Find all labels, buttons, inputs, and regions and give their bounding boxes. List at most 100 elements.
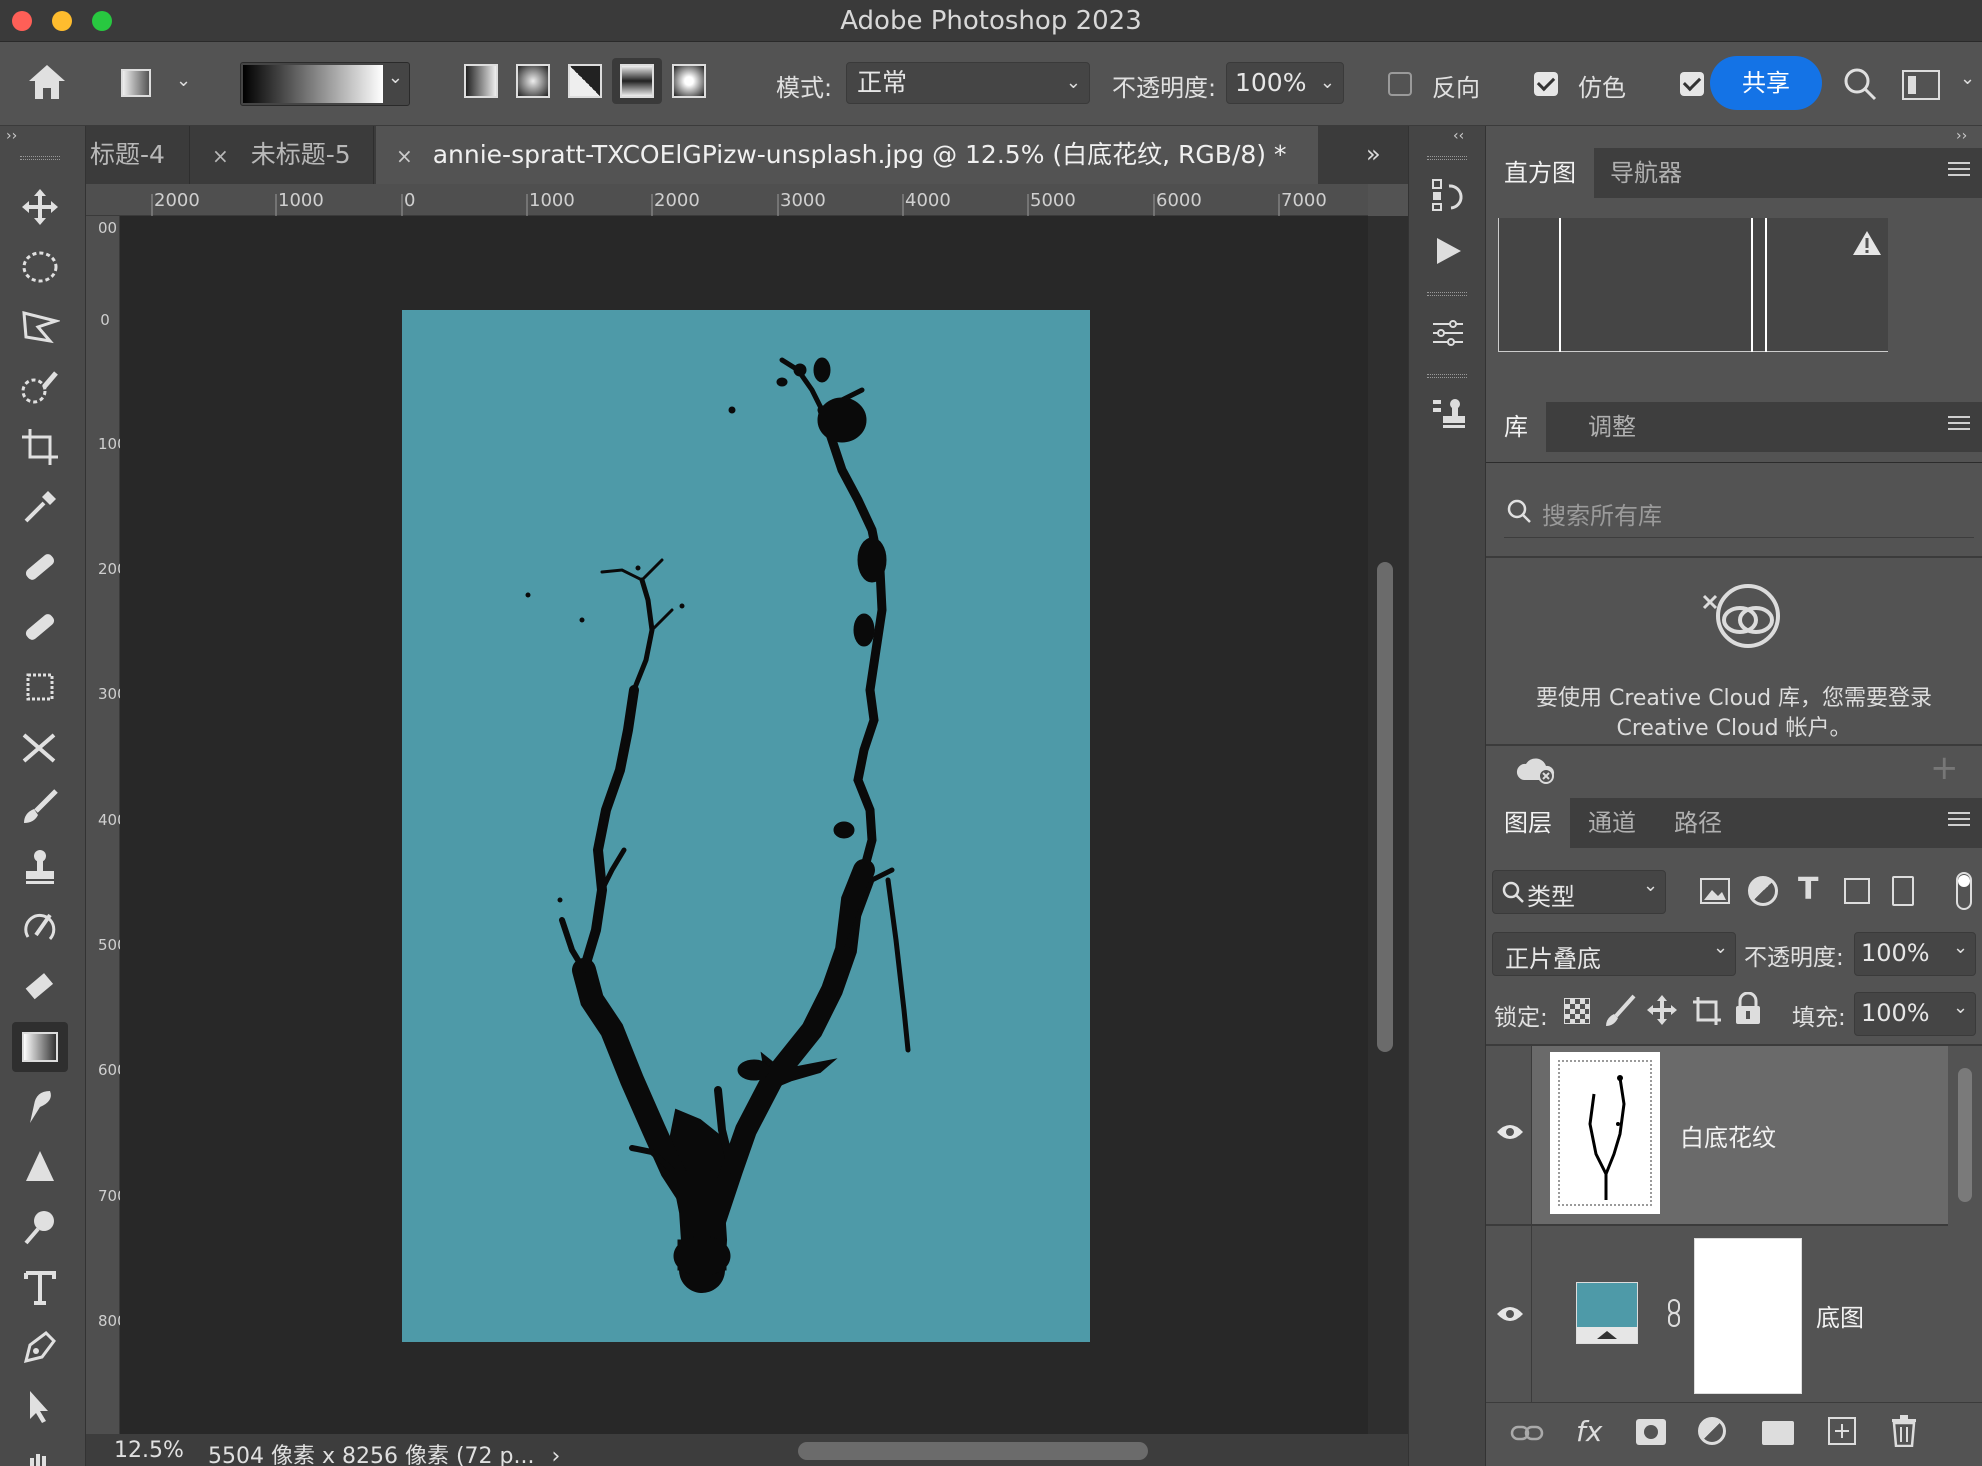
tab-adjustments[interactable]: 调整 xyxy=(1570,402,1654,452)
clone-source-icon[interactable] xyxy=(1425,390,1471,436)
eraser-tool-icon[interactable] xyxy=(12,962,68,1012)
horizontal-scroll-thumb[interactable] xyxy=(798,1442,1148,1460)
cloud-sync-off-icon[interactable] xyxy=(1516,754,1556,784)
bandage-tool-icon[interactable] xyxy=(12,602,68,652)
tab-document-5[interactable]: × 未标题-5 xyxy=(192,126,374,184)
dock-grip[interactable] xyxy=(1427,292,1467,296)
panel-menu-icon[interactable] xyxy=(1948,812,1970,832)
crop-tool-icon[interactable] xyxy=(12,422,68,472)
home-icon[interactable] xyxy=(26,62,68,102)
tab-channels[interactable]: 通道 xyxy=(1570,798,1654,848)
dock-grip[interactable] xyxy=(1427,156,1467,160)
filter-adjustment-layers-icon[interactable] xyxy=(1748,876,1778,906)
warning-icon[interactable] xyxy=(1852,230,1882,256)
lock-position-icon[interactable] xyxy=(1646,994,1678,1026)
fill-layer-color-thumbnail[interactable] xyxy=(1576,1282,1638,1344)
collapse-dock-icon[interactable]: ‹‹ xyxy=(1453,128,1464,144)
layer-row-background[interactable]: 底图 xyxy=(1486,1226,1948,1402)
layer-row-pattern[interactable]: 白底花纹 xyxy=(1486,1046,1948,1224)
hand-tool-icon[interactable] xyxy=(12,1438,68,1466)
sharpen-tool-icon[interactable] xyxy=(12,1142,68,1192)
lock-image-pixels-icon[interactable] xyxy=(1604,994,1638,1028)
tab-libraries[interactable]: 库 xyxy=(1486,402,1546,452)
move-tool-icon[interactable] xyxy=(12,182,68,232)
toolbar-grip[interactable] xyxy=(20,156,60,160)
healing-brush-tool-icon[interactable] xyxy=(12,542,68,592)
more-tabs-icon[interactable]: » xyxy=(1366,140,1381,168)
fill-input[interactable]: 100% ⌄ xyxy=(1854,992,1976,1036)
document-canvas[interactable] xyxy=(402,310,1090,1342)
clone-stamp-tool-icon[interactable] xyxy=(12,842,68,892)
gradient-tool-preset-icon[interactable] xyxy=(121,69,151,97)
layer-mask-thumbnail[interactable] xyxy=(1694,1238,1802,1394)
library-search-field[interactable]: 搜索所有库 xyxy=(1504,486,1974,538)
layers-scrollbar[interactable] xyxy=(1952,1056,1978,1402)
collapse-panels-icon[interactable]: ›› xyxy=(1956,128,1967,144)
new-adjustment-layer-icon[interactable] xyxy=(1698,1417,1726,1445)
linear-gradient-icon[interactable] xyxy=(464,64,498,98)
tab-layers[interactable]: 图层 xyxy=(1486,798,1570,848)
tab-active-document[interactable]: × annie-spratt-TXCOElGPizw-unsplash.jpg … xyxy=(376,126,1318,184)
layer-name[interactable]: 白底花纹 xyxy=(1680,1118,1776,1153)
marquee-tool-icon[interactable] xyxy=(12,242,68,292)
tab-navigator[interactable]: 导航器 xyxy=(1592,148,1700,198)
fx-icon[interactable]: fx xyxy=(1576,1415,1602,1448)
link-icon[interactable] xyxy=(1666,1298,1682,1328)
collapse-toolbar-icon[interactable]: ›› xyxy=(6,128,17,144)
eyedropper-tool-icon[interactable] xyxy=(12,482,68,532)
filter-pixel-layers-icon[interactable] xyxy=(1700,878,1730,904)
panel-menu-icon[interactable] xyxy=(1948,162,1970,182)
panel-menu-icon[interactable] xyxy=(1948,416,1970,436)
smudge-tool-icon[interactable] xyxy=(12,1082,68,1132)
history-icon[interactable] xyxy=(1425,172,1471,218)
lock-artboard-icon[interactable] xyxy=(1692,996,1722,1026)
close-icon[interactable]: × xyxy=(212,144,229,168)
lasso-tool-icon[interactable] xyxy=(12,302,68,352)
quick-selection-tool-icon[interactable] xyxy=(12,362,68,412)
opacity-input[interactable]: 100% ⌄ xyxy=(1226,62,1344,104)
transparency-checkbox[interactable] xyxy=(1680,72,1704,96)
diamond-gradient-icon[interactable] xyxy=(672,64,706,98)
play-icon[interactable] xyxy=(1425,228,1471,274)
filter-toggle-switch[interactable] xyxy=(1956,872,1972,910)
workspace-icon[interactable] xyxy=(1902,70,1940,100)
dodge-tool-icon[interactable] xyxy=(12,1202,68,1252)
filter-smart-objects-icon[interactable] xyxy=(1892,876,1914,906)
chevron-down-icon[interactable]: ⌄ xyxy=(176,70,191,91)
scroll-thumb[interactable] xyxy=(1958,1068,1972,1202)
dock-grip[interactable] xyxy=(1427,374,1467,378)
chevron-down-icon[interactable]: ⌄ xyxy=(1960,68,1975,89)
document-info[interactable]: 5504 像素 x 8256 像素 (72 p... › xyxy=(208,1438,560,1466)
close-icon[interactable]: × xyxy=(396,144,413,168)
share-button[interactable]: 共享 xyxy=(1710,56,1822,110)
mode-select[interactable]: 正常 ⌄ xyxy=(846,62,1090,104)
add-mask-icon[interactable] xyxy=(1636,1419,1666,1445)
gradient-tool-icon[interactable] xyxy=(12,1022,68,1072)
dither-checkbox[interactable] xyxy=(1534,72,1558,96)
vertical-scrollbar[interactable] xyxy=(1368,216,1408,1434)
lock-transparent-pixels-icon[interactable] xyxy=(1564,998,1590,1024)
zoom-level[interactable]: 12.5% xyxy=(114,1438,184,1463)
new-group-folder-icon[interactable] xyxy=(1762,1421,1794,1445)
filter-shape-layers-icon[interactable] xyxy=(1844,878,1870,904)
type-tool-icon[interactable] xyxy=(12,1262,68,1312)
tab-document-4[interactable]: 标题-4 xyxy=(86,126,190,184)
trash-icon[interactable] xyxy=(1890,1415,1918,1447)
reflected-gradient-icon[interactable] xyxy=(612,58,662,104)
layer-opacity-input[interactable]: 100% ⌄ xyxy=(1854,932,1976,976)
filter-type-layers-icon[interactable]: T xyxy=(1798,872,1818,907)
content-aware-move-tool-icon[interactable] xyxy=(12,722,68,772)
layer-name[interactable]: 底图 xyxy=(1816,1298,1864,1333)
layer-filter-select[interactable]: 类型 ⌄ xyxy=(1492,870,1666,914)
lock-all-icon[interactable] xyxy=(1734,992,1762,1026)
radial-gradient-icon[interactable] xyxy=(516,64,550,98)
path-selection-tool-icon[interactable] xyxy=(12,1382,68,1432)
gradient-picker[interactable]: ⌄ xyxy=(240,62,410,106)
blend-mode-select[interactable]: 正片叠底 ⌄ xyxy=(1492,932,1736,976)
angle-gradient-icon[interactable] xyxy=(568,64,602,98)
properties-icon[interactable] xyxy=(1425,310,1471,356)
history-brush-tool-icon[interactable] xyxy=(12,902,68,952)
add-library-icon[interactable]: + xyxy=(1930,748,1959,788)
tab-paths[interactable]: 路径 xyxy=(1656,798,1740,848)
search-icon[interactable] xyxy=(1842,66,1878,102)
